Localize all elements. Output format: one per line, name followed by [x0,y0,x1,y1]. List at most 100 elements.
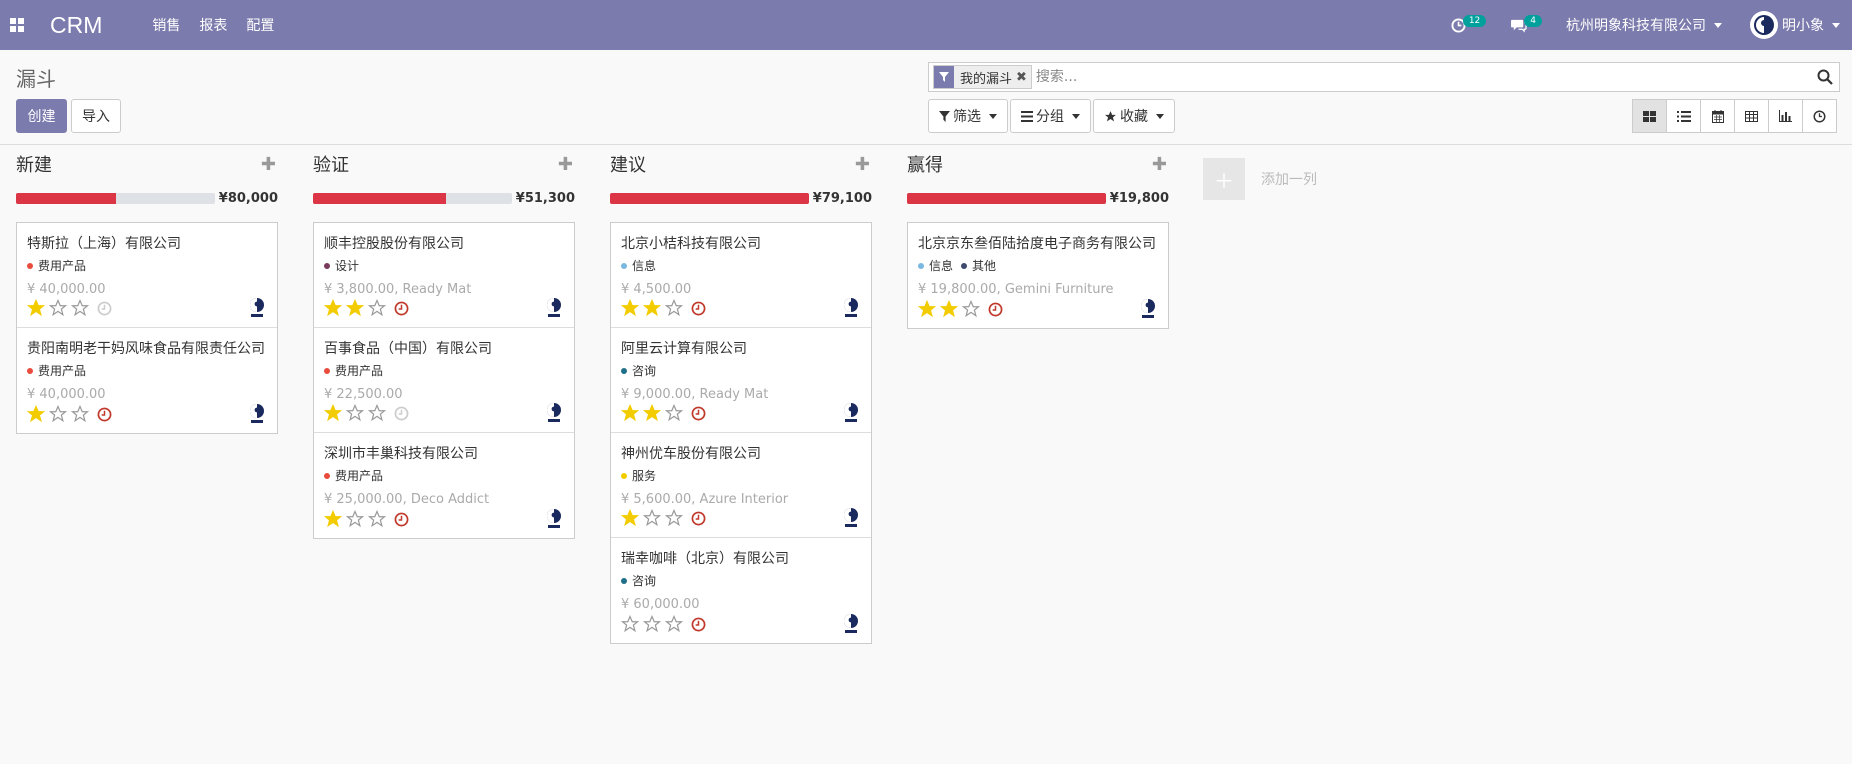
activity-clock-icon[interactable] [691,511,706,526]
star-filled-icon[interactable] [324,299,342,317]
star-empty-icon[interactable] [643,615,661,633]
star-empty-icon[interactable] [71,405,89,423]
star-empty-icon[interactable] [346,510,364,528]
search-input[interactable] [1035,69,1796,85]
column-header[interactable]: 赢得 ✚ [907,150,1169,178]
star-filled-icon[interactable] [621,509,639,527]
star-empty-icon[interactable] [665,299,683,317]
messages-button[interactable]: 4 [1510,15,1542,33]
progress-bar[interactable] [610,192,809,204]
star-filled-icon[interactable] [621,299,639,317]
salesperson-avatar[interactable] [1138,298,1158,320]
list-view-button[interactable] [1666,99,1701,133]
salesperson-avatar[interactable] [841,507,861,529]
star-empty-icon[interactable] [621,615,639,633]
column-header[interactable]: 建议 ✚ [610,150,872,178]
salesperson-avatar[interactable] [544,508,564,530]
add-column[interactable]: ＋ 添加一列 [1203,158,1317,200]
pivot-view-button[interactable] [1734,99,1769,133]
salesperson-avatar[interactable] [841,402,861,424]
activity-clock-icon[interactable] [691,301,706,316]
star-filled-icon[interactable] [324,510,342,528]
menu-sales[interactable]: 销售 [152,15,180,35]
progress-bar[interactable] [313,192,512,204]
star-empty-icon[interactable] [368,299,386,317]
star-filled-icon[interactable] [346,299,364,317]
star-filled-icon[interactable] [918,300,936,318]
opportunity-card[interactable]: 瑞幸咖啡（北京）有限公司 咨询 ¥ 60,000.00 [611,538,871,643]
plus-icon[interactable]: ✚ [1152,154,1167,175]
star-empty-icon[interactable] [71,299,89,317]
group-dropdown[interactable]: 分组 [1010,99,1091,133]
star-empty-icon[interactable] [49,405,67,423]
star-filled-icon[interactable] [643,404,661,422]
activity-clock-icon[interactable] [691,406,706,421]
star-empty-icon[interactable] [665,615,683,633]
star-empty-icon[interactable] [346,404,364,422]
plus-icon[interactable]: ✚ [855,154,870,175]
menu-config[interactable]: 配置 [246,15,274,35]
plus-icon[interactable]: ✚ [558,154,573,175]
column-header[interactable]: 新建 ✚ [16,150,278,178]
salesperson-avatar[interactable] [544,402,564,424]
tag-dot [324,262,330,269]
star-filled-icon[interactable] [643,299,661,317]
activity-clock-icon[interactable] [97,301,112,316]
close-icon[interactable]: ✖ [1016,70,1031,85]
opportunity-card[interactable]: 贵阳南明老干妈风味食品有限责任公司 费用产品 ¥ 40,000.00 [17,328,277,433]
activity-clock-icon[interactable] [988,302,1003,317]
opportunity-card[interactable]: 北京京东叁佰陆拾度电子商务有限公司 信息 其他 ¥ 19,800.00, Gemini… [908,223,1168,328]
opportunity-card[interactable]: 深圳市丰巢科技有限公司 费用产品 ¥ 25,000.00, Deco Addict [314,433,574,538]
star-empty-icon[interactable] [49,299,67,317]
star-empty-icon[interactable] [643,509,661,527]
kanban-view-button[interactable] [1632,99,1667,133]
import-button[interactable]: 导入 [71,99,121,133]
activity-clock-icon[interactable] [97,407,112,422]
salesperson-avatar[interactable] [247,403,267,425]
star-filled-icon[interactable] [324,404,342,422]
card-amount: ¥ 19,800.00, Gemini Furniture [918,282,1114,297]
apps-menu-button[interactable] [0,0,34,50]
menu-reports[interactable]: 报表 [199,15,227,35]
plus-icon[interactable]: ✚ [261,154,276,175]
calendar-view-button[interactable] [1700,99,1735,133]
company-switcher[interactable]: 杭州明象科技有限公司 [1566,15,1722,35]
graph-view-button[interactable] [1768,99,1803,133]
column-title: 赢得 [907,155,943,176]
filter-dropdown[interactable]: 筛选 [928,99,1008,133]
favorite-label: 收藏 [1120,109,1148,125]
activity-clock-icon[interactable] [394,406,409,421]
opportunity-card[interactable]: 北京小桔科技有限公司 信息 ¥ 4,500.00 [611,223,871,328]
activity-view-button[interactable] [1802,99,1837,133]
activity-button[interactable]: 12 [1451,15,1487,33]
salesperson-avatar[interactable] [544,297,564,319]
star-empty-icon[interactable] [962,300,980,318]
create-button[interactable]: 创建 [16,99,67,133]
star-empty-icon[interactable] [368,404,386,422]
star-filled-icon[interactable] [27,299,45,317]
favorite-dropdown[interactable]: 收藏 [1093,99,1175,133]
salesperson-avatar[interactable] [247,297,267,319]
star-empty-icon[interactable] [368,510,386,528]
user-menu[interactable]: 明小象 [1750,11,1840,39]
opportunity-card[interactable]: 阿里云计算有限公司 咨询 ¥ 9,000.00, Ready Mat [611,328,871,433]
activity-clock-icon[interactable] [394,301,409,316]
star-empty-icon[interactable] [665,509,683,527]
search-icon[interactable] [1817,69,1833,85]
star-empty-icon[interactable] [665,404,683,422]
star-filled-icon[interactable] [940,300,958,318]
column-header[interactable]: 验证 ✚ [313,150,575,178]
opportunity-card[interactable]: 特斯拉（上海）有限公司 费用产品 ¥ 40,000.00 [17,223,277,328]
progress-bar[interactable] [16,192,215,204]
opportunity-card[interactable]: 神州优车股份有限公司 服务 ¥ 5,600.00, Azure Interior [611,433,871,538]
app-brand[interactable]: CRM [50,12,102,39]
progress-bar[interactable] [907,192,1106,204]
opportunity-card[interactable]: 百事食品（中国）有限公司 费用产品 ¥ 22,500.00 [314,328,574,433]
activity-clock-icon[interactable] [394,512,409,527]
salesperson-avatar[interactable] [841,613,861,635]
activity-clock-icon[interactable] [691,617,706,632]
star-filled-icon[interactable] [27,405,45,423]
opportunity-card[interactable]: 顺丰控股股份有限公司 设计 ¥ 3,800.00, Ready Mat [314,223,574,328]
star-filled-icon[interactable] [621,404,639,422]
salesperson-avatar[interactable] [841,297,861,319]
